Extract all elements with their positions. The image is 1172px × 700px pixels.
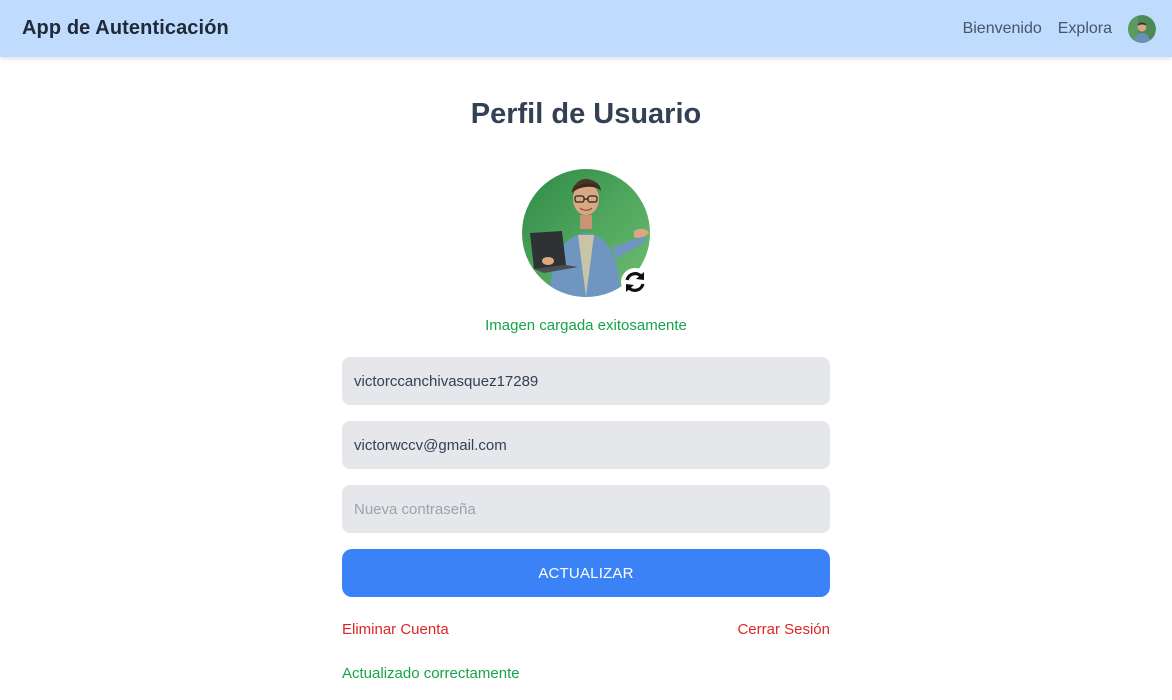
user-avatar-icon[interactable]: [1128, 14, 1156, 43]
avatar-container: [522, 169, 650, 297]
nav-links: Bienvenido Explora: [963, 14, 1156, 43]
password-field[interactable]: [342, 485, 830, 533]
brand-title[interactable]: App de Autenticación: [22, 17, 229, 40]
update-button[interactable]: ACTUALIZAR: [342, 549, 830, 597]
update-success-message: Actualizado correctamente: [342, 665, 520, 682]
nav-link-explora[interactable]: Explora: [1058, 20, 1112, 38]
page-title: Perfil de Usuario: [470, 98, 702, 130]
email-field[interactable]: [342, 421, 830, 469]
refresh-icon[interactable]: [620, 267, 650, 297]
navbar: App de Autenticación Bienvenido Explora: [0, 0, 1172, 57]
delete-account-link[interactable]: Eliminar Cuenta: [342, 621, 449, 638]
nav-link-bienvenido[interactable]: Bienvenido: [963, 20, 1042, 38]
logout-link[interactable]: Cerrar Sesión: [737, 621, 830, 638]
username-field[interactable]: [342, 357, 830, 405]
upload-success-message: Imagen cargada exitosamente: [485, 317, 687, 334]
